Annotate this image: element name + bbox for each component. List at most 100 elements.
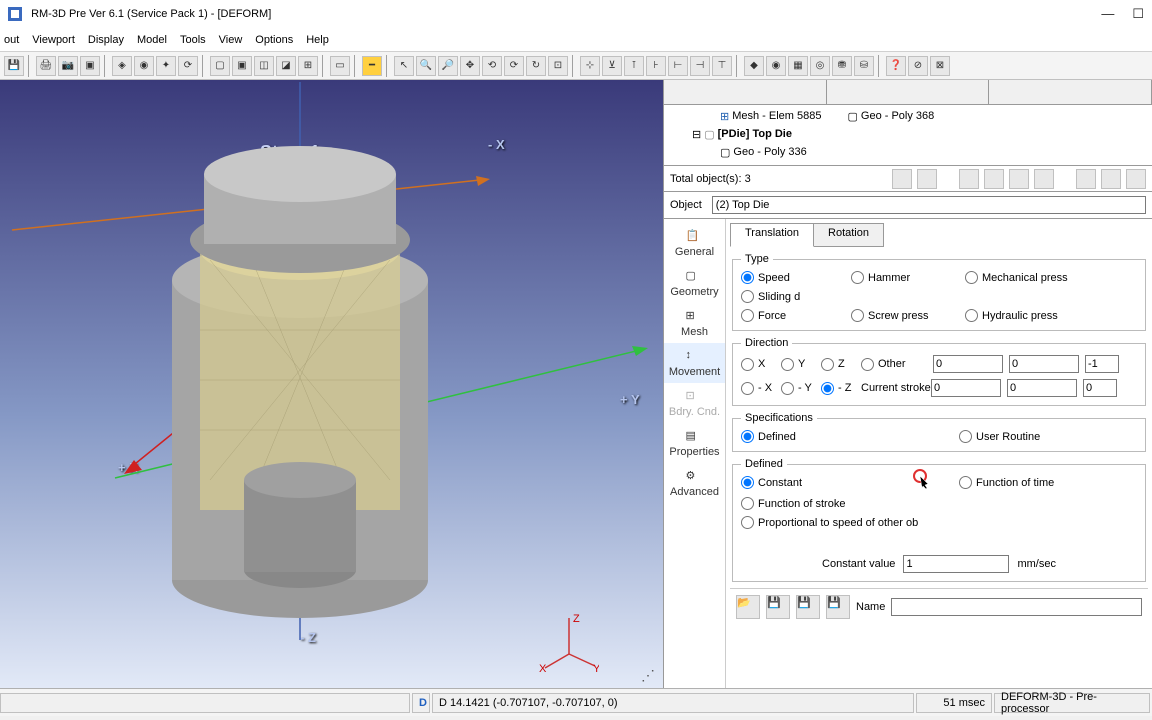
cube-icon[interactable]: ▢: [210, 56, 230, 76]
3d-viewport[interactable]: Step -1 - X + X + Y - Z: [0, 80, 663, 688]
radio-constant[interactable]: [741, 476, 754, 489]
cube-icon[interactable]: ◪: [276, 56, 296, 76]
fit-icon[interactable]: ⊡: [548, 56, 568, 76]
db-icon[interactable]: ⛃: [832, 56, 852, 76]
tab-bdry[interactable]: ⊡Bdry. Cnd.: [664, 383, 725, 423]
cs-1[interactable]: [1007, 379, 1077, 397]
radio-z[interactable]: [821, 358, 834, 371]
radio-speed[interactable]: [741, 271, 754, 284]
cube-icon[interactable]: ◫: [254, 56, 274, 76]
cs-0[interactable]: [931, 379, 1001, 397]
ruler-icon[interactable]: ━: [362, 56, 382, 76]
tool-icon[interactable]: ◎: [810, 56, 830, 76]
tree-btn[interactable]: [917, 169, 937, 189]
radio-defined[interactable]: [741, 430, 754, 443]
dir-v0[interactable]: [933, 355, 1003, 373]
radio-fot[interactable]: [959, 476, 972, 489]
tool-icon[interactable]: ✦: [156, 56, 176, 76]
tool-icon[interactable]: ▦: [788, 56, 808, 76]
name-field[interactable]: [891, 598, 1142, 616]
tool-icon[interactable]: ◈: [112, 56, 132, 76]
pan-icon[interactable]: ✥: [460, 56, 480, 76]
menu-model[interactable]: Model: [137, 34, 167, 46]
snapshot-icon[interactable]: ▣: [80, 56, 100, 76]
menu-options[interactable]: Options: [255, 34, 293, 46]
radio-sliding[interactable]: [741, 290, 754, 303]
open-icon[interactable]: 📂: [736, 595, 760, 619]
radio-other[interactable]: [861, 358, 874, 371]
rotate-icon[interactable]: ⟳: [504, 56, 524, 76]
tree-btn[interactable]: [959, 169, 979, 189]
tree-btn[interactable]: [1101, 169, 1121, 189]
pointer-icon[interactable]: ↖: [394, 56, 414, 76]
radio-screw[interactable]: [851, 309, 864, 322]
maximize-button[interactable]: ☐: [1132, 6, 1144, 22]
radio-y[interactable]: [781, 358, 794, 371]
axis-icon[interactable]: ⊻: [602, 56, 622, 76]
tree-btn[interactable]: [1034, 169, 1054, 189]
radio-force[interactable]: [741, 309, 754, 322]
dir-v2[interactable]: [1085, 355, 1119, 373]
tab-properties[interactable]: ▤Properties: [664, 423, 725, 463]
constant-value-field[interactable]: [903, 555, 1009, 573]
menu-out[interactable]: out: [4, 34, 19, 46]
tree-btn[interactable]: [892, 169, 912, 189]
close-icon[interactable]: ⊠: [930, 56, 950, 76]
radio-fos[interactable]: [741, 497, 754, 510]
save-icon[interactable]: 💾: [796, 595, 820, 619]
tree-btn[interactable]: [1126, 169, 1146, 189]
cube-icon[interactable]: ⊞: [298, 56, 318, 76]
menu-display[interactable]: Display: [88, 34, 124, 46]
tab-advanced[interactable]: ⚙Advanced: [664, 463, 725, 503]
object-field[interactable]: [712, 196, 1146, 214]
axis-icon[interactable]: ⊹: [580, 56, 600, 76]
help-icon[interactable]: ❓: [886, 56, 906, 76]
menu-view[interactable]: View: [219, 34, 243, 46]
minimize-button[interactable]: —: [1101, 6, 1114, 22]
saveas-icon[interactable]: 💾: [826, 595, 850, 619]
cube-icon[interactable]: ▣: [232, 56, 252, 76]
dir-v1[interactable]: [1009, 355, 1079, 373]
tab-general[interactable]: 📋General: [664, 223, 725, 263]
radio-hammer[interactable]: [851, 271, 864, 284]
radio-x[interactable]: [741, 358, 754, 371]
object-tree[interactable]: ⊞Mesh - Elem 5885 ▢Geo - Poly 368 ⊟▢[PDi…: [664, 105, 1152, 165]
menu-help[interactable]: Help: [306, 34, 329, 46]
print-icon[interactable]: 🖨: [36, 56, 56, 76]
save-icon[interactable]: 💾: [766, 595, 790, 619]
tree-btn[interactable]: [984, 169, 1004, 189]
resize-handle-icon[interactable]: ⋰: [641, 667, 655, 684]
tree-geo1[interactable]: Geo - Poly 368: [861, 110, 934, 122]
tool-icon[interactable]: ◉: [134, 56, 154, 76]
camera-icon[interactable]: 📷: [58, 56, 78, 76]
tab-mesh[interactable]: ⊞Mesh: [664, 303, 725, 343]
stop-icon[interactable]: ⊘: [908, 56, 928, 76]
zoomwin-icon[interactable]: 🔎: [438, 56, 458, 76]
radio-user-routine[interactable]: [959, 430, 972, 443]
axis-icon[interactable]: ⊢: [668, 56, 688, 76]
panel-tab[interactable]: [989, 80, 1152, 104]
tool-icon[interactable]: ◆: [744, 56, 764, 76]
radio-ny[interactable]: [781, 382, 794, 395]
axis-icon[interactable]: ⊤: [712, 56, 732, 76]
cs-2[interactable]: [1083, 379, 1117, 397]
axis-icon[interactable]: ⊺: [624, 56, 644, 76]
tree-geo2[interactable]: Geo - Poly 336: [733, 146, 806, 158]
refresh-icon[interactable]: ⟳: [178, 56, 198, 76]
tab-geometry[interactable]: ▢Geometry: [664, 263, 725, 303]
menu-tools[interactable]: Tools: [180, 34, 206, 46]
rotate-icon[interactable]: ↻: [526, 56, 546, 76]
radio-mechanical[interactable]: [965, 271, 978, 284]
zoom-icon[interactable]: 🔍: [416, 56, 436, 76]
tree-btn[interactable]: [1009, 169, 1029, 189]
axis-icon[interactable]: ⊣: [690, 56, 710, 76]
tab-translation[interactable]: Translation: [730, 223, 814, 247]
panel-tab[interactable]: [664, 80, 827, 104]
save-icon[interactable]: 💾: [4, 56, 24, 76]
menu-viewport[interactable]: Viewport: [32, 34, 75, 46]
radio-hydraulic[interactable]: [965, 309, 978, 322]
tab-rotation[interactable]: Rotation: [813, 223, 884, 247]
tree-btn[interactable]: [1076, 169, 1096, 189]
tab-movement[interactable]: ↕Movement: [664, 343, 725, 383]
window-icon[interactable]: ▭: [330, 56, 350, 76]
